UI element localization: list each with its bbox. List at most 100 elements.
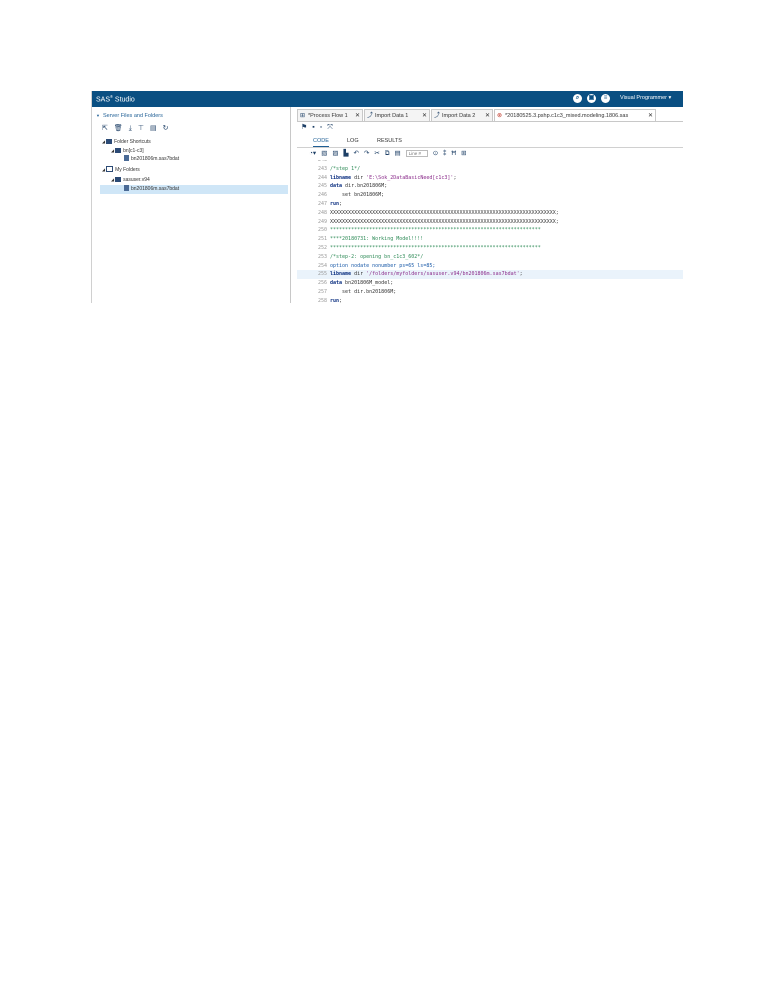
open-icon[interactable]: ▧ [321, 149, 327, 158]
code-token: set dir.bn201806M; [330, 289, 397, 295]
code-line[interactable]: 255 libname dir '/folders/myfolders/sasus… [297, 270, 683, 280]
new-icon[interactable]: ⇱ [102, 125, 108, 133]
code-token: dir.bn201806M; [342, 183, 388, 190]
format-icon[interactable]: ⁑ [443, 149, 446, 158]
code-text: data bn201806M_model; [330, 279, 393, 288]
sas-studio-window: SAS® Studio ⌕ ▣ ≡ Visual Programmer ▾ ▼ S… [91, 91, 683, 303]
work-area: ⊞ *Process Flow 1 ✕ ⤴ Import Data 1 ✕ ⤴ Impor… [297, 107, 683, 303]
code-text: /*step 1*/ [330, 165, 360, 174]
code-line[interactable]: 254 option nodate nonumber ps=65 ls=85; [297, 262, 683, 271]
code-line[interactable]: 257 set dir.bn201806M; [297, 288, 683, 297]
target-icon[interactable]: ⊙ [433, 149, 438, 158]
line-number-input[interactable] [405, 150, 428, 157]
line-number: 254 [317, 262, 327, 269]
line-number: 245 [317, 183, 327, 190]
close-icon[interactable]: ✕ [485, 110, 490, 121]
tree-item-dataset[interactable]: bn201806m.sas7bdat [124, 155, 179, 164]
code-token: ; [339, 201, 343, 207]
refresh-icon[interactable]: ↻ [163, 125, 169, 133]
tree-item-folder-shortcuts[interactable]: ◢ Folder Shortcuts [102, 137, 151, 146]
close-icon[interactable]: ✕ [355, 110, 360, 121]
cut-icon[interactable]: ✂ [374, 149, 379, 158]
code-token: libname [330, 174, 352, 181]
expand-icon[interactable]: ◢ [111, 148, 114, 153]
code-line[interactable]: 243/*step 1*/ [297, 165, 683, 174]
code-log-results-tabs: CODE LOG RESULTS [297, 135, 683, 148]
search-icon[interactable]: ⌕ [573, 94, 582, 103]
code-line[interactable]: 248 XXXXXXXXXXXXXXXXXXXXXXXXXXXXXXXXXXXXX… [297, 209, 683, 218]
tab-process-flow[interactable]: ⊞ *Process Flow 1 ✕ [297, 109, 363, 121]
redo-icon[interactable]: ↷ [364, 149, 369, 158]
print-program-icon[interactable]: ▙ [344, 149, 349, 158]
line-number: 246 [317, 192, 327, 199]
code-editor[interactable]: 243 243/*step 1*/244 libname dir 'E:\Sok_2… [297, 160, 683, 303]
close-icon[interactable]: ✕ [422, 110, 427, 121]
files-toolbar: ⇱ 🗑︎ ⤓ ⊤ ▤ ↻ [102, 125, 168, 133]
expand-icon[interactable]: ◢ [111, 177, 114, 182]
filter-icon[interactable]: ⊤ [138, 125, 144, 133]
tab-code[interactable]: CODE [313, 136, 329, 147]
download-icon[interactable]: ⤓ [129, 125, 132, 133]
code-token: run [330, 201, 340, 207]
tree-item-dataset-selected[interactable]: bn201806m.sas7bdat [100, 185, 288, 194]
code-line[interactable]: 253/*step-2: opening bn_c1c3_602*/ [297, 253, 683, 262]
code-token: data [330, 280, 343, 287]
code-line[interactable]: 247 run; [297, 200, 683, 209]
server-files-header[interactable]: ▼ Server Files and Folders [96, 113, 163, 119]
code-line[interactable]: 246 set bn201806M; [297, 191, 683, 200]
line-number: 258 [317, 297, 327, 303]
code-token: 'E:\Sok_2DataBasicNeed[c1c3]' [366, 174, 454, 181]
line-number: 251 [317, 236, 327, 243]
save-icon[interactable]: ▪ [312, 124, 314, 132]
save-program-icon[interactable]: ▨ [332, 149, 338, 158]
code-text: set bn201806M; [330, 191, 384, 200]
code-text: libname dir '/folders/myfolders/sasuser.… [330, 270, 523, 279]
code-text: ****************************************… [330, 226, 541, 235]
error-icon: ⊗ [497, 113, 503, 119]
code-line[interactable]: 251 ****20180731: Working Model!!!! [297, 235, 683, 244]
code-line[interactable]: 244 libname dir 'E:\Sok_2DataBasicNeed[c1… [297, 174, 683, 183]
collapse-icon[interactable]: ▼ [96, 113, 100, 118]
close-icon[interactable]: ✕ [648, 110, 653, 121]
code-text: run; [330, 297, 342, 303]
line-number: 255 [317, 271, 327, 278]
expand-icon[interactable]: ◢ [102, 139, 105, 144]
tree-item-sasuser[interactable]: ◢ sasuser.v94 [111, 175, 150, 184]
tab-sas-program[interactable]: ⊗ *20180525.3.pshp.c1c3_mixed.modeling.18… [494, 109, 656, 121]
delete-icon[interactable]: 🗑︎ [114, 125, 123, 133]
code-text: ****20180731: Working Model!!!! [330, 235, 423, 244]
find-icon[interactable]: Ħ [451, 149, 456, 158]
import-icon: ⤴ [434, 113, 441, 119]
maximize-icon[interactable]: ⤧ [327, 124, 333, 132]
code-line[interactable]: 250 *************************************… [297, 226, 683, 235]
code-line[interactable]: 252 *************************************… [297, 244, 683, 253]
copy-icon[interactable]: ⧉ [385, 149, 390, 158]
editor-toolbar: ◔▾ ▧ ▨ ▙ ↶ ↷ ✂ ⧉ ▤ ⊙ ⁑ Ħ ⊞ [309, 149, 467, 158]
perspective-menu[interactable]: Visual Programmer ▾ [620, 95, 671, 101]
tree-item-bn-c1-c3[interactable]: ◢ bn[c1-c3] [111, 146, 144, 155]
program-actions: ⚑ ▪ ▫ ⤧ [301, 124, 333, 132]
tab-import-data-2[interactable]: ⤴ Import Data 2 ✕ [431, 109, 493, 121]
properties-icon[interactable]: ▤ [150, 125, 157, 133]
tab-log[interactable]: LOG [347, 136, 359, 146]
code-text: XXXXXXXXXXXXXXXXXXXXXXXXXXXXXXXXXXXXXXXX… [330, 209, 559, 218]
code-line[interactable]: 249 XXXXXXXXXXXXXXXXXXXXXXXXXXXXXXXXXXXXX… [297, 218, 683, 227]
code-line[interactable]: 256 data bn201806M_model; [297, 279, 683, 288]
undo-icon[interactable]: ↶ [354, 149, 359, 158]
save-as-icon[interactable]: ▫ [320, 124, 322, 132]
code-text: ****************************************… [330, 244, 541, 253]
tab-import-data-1[interactable]: ⤴ Import Data 1 ✕ [364, 109, 430, 121]
code-line[interactable]: 258 run; [297, 297, 683, 303]
paste-icon[interactable]: ▤ [395, 149, 401, 158]
snippets-icon[interactable]: ⊞ [461, 149, 466, 158]
run-icon[interactable]: ⚑ [301, 124, 307, 132]
line-number: 257 [317, 289, 327, 295]
code-token: data [330, 183, 343, 190]
tab-results[interactable]: RESULTS [377, 136, 402, 146]
expand-icon[interactable]: ◢ [102, 167, 105, 172]
tree-item-my-folders[interactable]: ◢ My Folders [102, 165, 140, 174]
code-line[interactable]: 245 data dir.bn201806M; [297, 182, 683, 191]
run-dropdown-icon[interactable]: ◔▾ [309, 149, 316, 158]
print-icon[interactable]: ▣ [587, 94, 596, 103]
menu-icon[interactable]: ≡ [601, 94, 610, 103]
